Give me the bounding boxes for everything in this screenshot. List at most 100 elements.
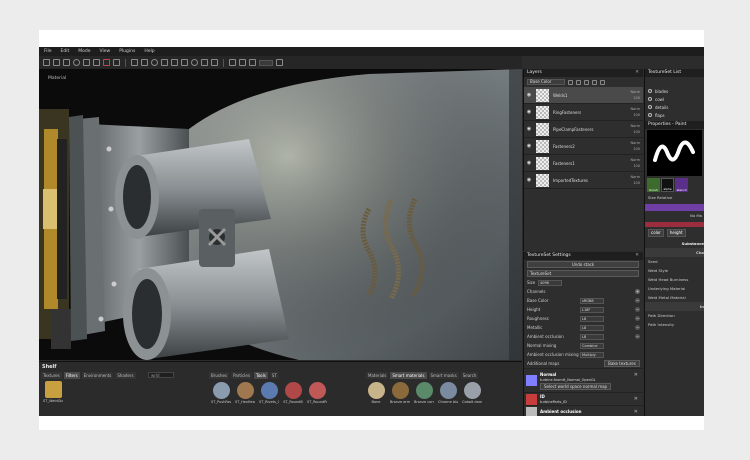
shelf-tab-materials[interactable]: Materials: [366, 372, 389, 379]
select-world-normal-button[interactable]: Select world space normal map: [540, 382, 612, 390]
prop-path-intensity[interactable]: Path Intensity: [645, 320, 704, 329]
shelf-item[interactable]: Bone: [366, 382, 386, 404]
channel-format-select[interactable]: sRGB8: [580, 297, 604, 304]
textureset-field[interactable]: TextureSet: [527, 270, 639, 277]
shelf-item[interactable]: Bronze corr...: [414, 382, 434, 404]
shelf-item[interactable]: Bronze armor: [390, 382, 410, 404]
remove-channel-icon[interactable]: −: [635, 316, 640, 321]
normal-map-swatch[interactable]: [526, 375, 537, 386]
id-map-swatch[interactable]: [526, 393, 537, 405]
remove-map-icon[interactable]: ✕: [634, 372, 638, 378]
display-settings-icon[interactable]: [161, 59, 168, 66]
panel-close-icon[interactable]: ✕: [635, 252, 639, 260]
seed-row[interactable]: Seed: [645, 257, 704, 266]
normal-mixing-select[interactable]: Combine: [580, 342, 604, 349]
visibility-eye-icon[interactable]: ◉: [526, 92, 532, 98]
layer-opacity[interactable]: 100: [633, 113, 640, 117]
ao-map-swatch[interactable]: [526, 406, 537, 416]
prop-weld-head-burniness[interactable]: Weld Head Burniness: [645, 275, 704, 284]
layer-row[interactable]: ◉ PipeClampFasteners Norm 100: [524, 121, 643, 138]
menu-plugins[interactable]: Plugins: [119, 49, 135, 54]
alpha-slot[interactable]: alpha: [661, 178, 674, 192]
layer-opacity[interactable]: 100: [633, 147, 640, 151]
shelf-item[interactable]: ST_RoundPa: [307, 382, 327, 404]
layer-row[interactable]: ◉ Fasteners2 Norm 100: [524, 138, 643, 155]
shelf-tab-shaders[interactable]: Shaders: [115, 372, 136, 379]
layer-blend-mode[interactable]: Norm: [630, 124, 640, 128]
visibility-eye-icon[interactable]: ◉: [526, 160, 532, 166]
layer-row[interactable]: ◉ Fasteners1 Norm 100: [524, 155, 643, 172]
prop-path-direction[interactable]: Path Direction: [645, 311, 704, 320]
render-icon[interactable]: [191, 59, 198, 66]
layer-opacity[interactable]: 100: [633, 130, 640, 134]
menu-view[interactable]: View: [100, 49, 111, 54]
geometry-mask-icon[interactable]: [73, 59, 80, 66]
view-2d-icon[interactable]: [229, 59, 236, 66]
smudge-icon[interactable]: [83, 59, 90, 66]
bake-textures-button[interactable]: Bake textures: [604, 360, 640, 367]
shelf-tab-smart-masks[interactable]: Smart masks: [428, 372, 459, 379]
menu-edit[interactable]: Edit: [61, 49, 70, 54]
add-mask-icon[interactable]: [584, 79, 589, 85]
shelf-item[interactable]: Cobalt dam...: [462, 382, 482, 404]
shelf-search-input[interactable]: wrld: [148, 372, 174, 378]
channel-format-select[interactable]: L8: [580, 324, 604, 331]
layer-blend-mode[interactable]: Norm: [630, 141, 640, 145]
ao-mixing-select[interactable]: Multiply: [580, 351, 604, 358]
textureset-item[interactable]: details: [645, 103, 704, 111]
shelf-tab-search[interactable]: Search: [460, 372, 479, 379]
channel-format-select[interactable]: L8: [580, 333, 604, 340]
camera-mode-icon[interactable]: [249, 59, 256, 66]
prop-weld-style[interactable]: Weld Style: [645, 266, 704, 275]
brush-slot[interactable]: brush: [647, 178, 660, 192]
height-toggle-button[interactable]: height: [666, 229, 686, 237]
symmetry-icon[interactable]: [131, 59, 138, 66]
viewer-settings-icon[interactable]: [181, 59, 188, 66]
color-picker-icon[interactable]: [103, 59, 110, 66]
visibility-eye-icon[interactable]: ◉: [526, 126, 532, 132]
shelf-item[interactable]: Chrome blu...: [438, 382, 458, 404]
radio-icon[interactable]: [648, 97, 652, 101]
brush-preview[interactable]: [647, 130, 702, 176]
toolbar-value-field[interactable]: [259, 59, 273, 66]
shelf-item[interactable]: ST_Rivets_Ca: [259, 382, 279, 404]
add-layer-icon[interactable]: [568, 79, 573, 85]
layers-channel-select[interactable]: Base Color: [527, 79, 565, 85]
remove-map-icon[interactable]: ✕: [634, 409, 638, 415]
size-select[interactable]: 4096: [538, 279, 562, 286]
menu-mode[interactable]: Mode: [78, 49, 90, 54]
shelf-tab-brushes[interactable]: Brushes: [209, 372, 230, 379]
toolbar-dropdown-icon[interactable]: [276, 59, 283, 66]
shelf-tab-filters[interactable]: Filters: [63, 372, 80, 379]
remove-channel-icon[interactable]: −: [635, 325, 640, 330]
shelf-tab-textures[interactable]: Textures: [41, 372, 62, 379]
shelf-item[interactable]: ST_HexHead: [235, 382, 255, 404]
prop-weld-metal-material[interactable]: Weld Metal Material: [645, 293, 704, 302]
add-folder-icon[interactable]: [592, 79, 597, 85]
textureset-item[interactable]: cowl: [645, 95, 704, 103]
visibility-eye-icon[interactable]: ◉: [526, 177, 532, 183]
layer-row[interactable]: ◉ RingFasteners Norm 100: [524, 104, 643, 121]
camera-icon[interactable]: [151, 59, 158, 66]
export-icon[interactable]: [201, 59, 208, 66]
lazy-mouse-icon[interactable]: [141, 59, 148, 66]
layer-blend-mode[interactable]: Norm: [630, 107, 640, 111]
layer-blend-mode[interactable]: Norm: [630, 158, 640, 162]
undo-stack-button[interactable]: Undo stack: [527, 261, 639, 268]
shelf-tab-st[interactable]: ST: [269, 372, 279, 379]
layer-blend-mode[interactable]: Norm: [630, 175, 640, 179]
shelf-tab-environments[interactable]: Environments: [81, 372, 114, 379]
radio-icon[interactable]: [648, 113, 652, 117]
log-icon[interactable]: [211, 59, 218, 66]
stencil-slot[interactable]: stencil: [675, 178, 688, 192]
view-3d-icon[interactable]: [239, 59, 246, 66]
channel-format-select[interactable]: L8: [580, 315, 604, 322]
shelf-tab-tools[interactable]: Tools: [253, 372, 268, 379]
radio-icon[interactable]: [648, 89, 652, 93]
menu-help[interactable]: Help: [144, 49, 154, 54]
visibility-eye-icon[interactable]: ◉: [526, 109, 532, 115]
size-relative-row[interactable]: Size Relative: [645, 193, 704, 202]
panel-close-icon[interactable]: ✕: [635, 69, 639, 77]
menu-file[interactable]: File: [44, 49, 52, 54]
remove-map-icon[interactable]: ✕: [634, 396, 638, 402]
